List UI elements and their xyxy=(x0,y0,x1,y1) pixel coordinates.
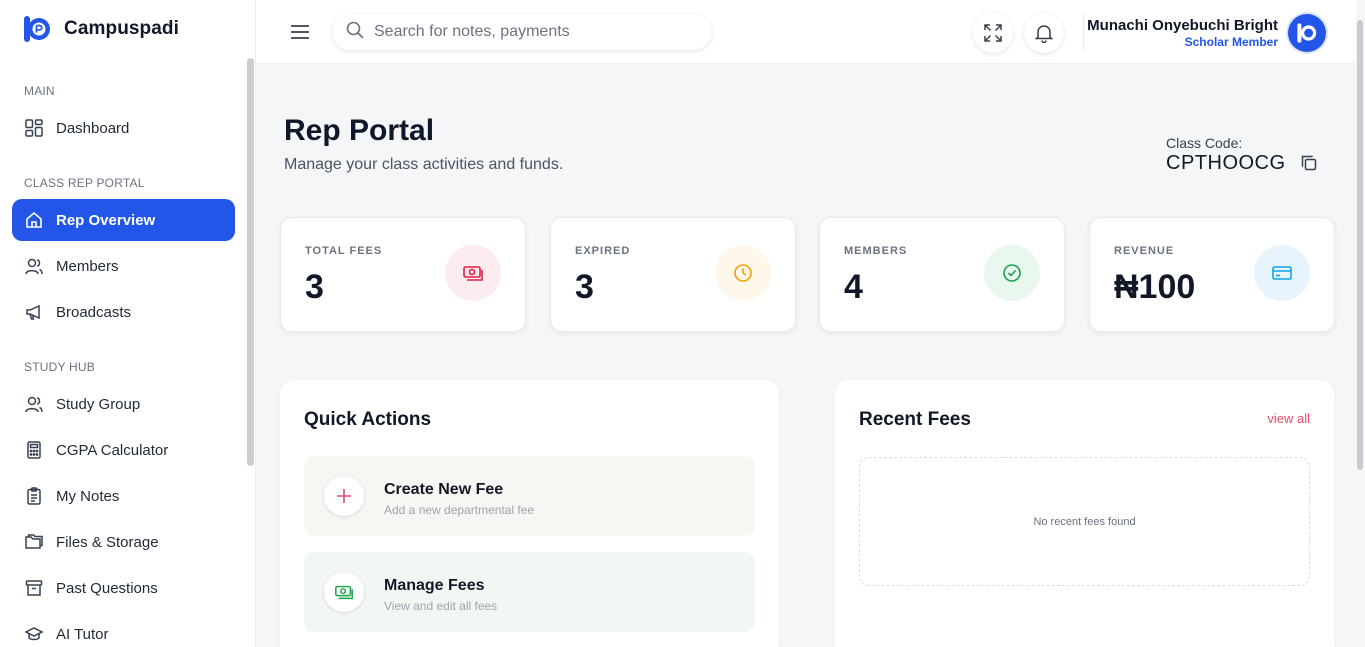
quick-actions-title: Quick Actions xyxy=(304,409,432,430)
action-title: Create New Fee xyxy=(384,481,504,498)
stat-value: ₦100 xyxy=(1114,268,1196,306)
cash-icon xyxy=(324,572,364,612)
view-all-link[interactable]: view all xyxy=(1267,411,1310,426)
archive-icon xyxy=(24,578,44,598)
stat-label: MEMBERS xyxy=(844,245,908,257)
plus-icon xyxy=(324,476,364,516)
section-label-class-rep-portal: CLASS REP PORTAL xyxy=(24,176,145,190)
topbar: Munachi Onyebuchi Bright Scholar Member xyxy=(256,0,1356,64)
sidebar-item-dashboard[interactable]: Dashboard xyxy=(12,107,235,149)
sidebar-item-rep-overview[interactable]: Rep Overview xyxy=(12,199,235,241)
sidebar-item-study-group[interactable]: Study Group xyxy=(12,383,235,425)
app-logo[interactable]: Campuspadi xyxy=(22,14,179,44)
search-icon xyxy=(346,21,364,44)
recent-fees-panel: Recent Fees view all No recent fees foun… xyxy=(835,380,1334,647)
sidebar-item-label: CGPA Calculator xyxy=(56,441,169,459)
class-code-label: Class Code: xyxy=(1166,135,1243,151)
sidebar-item-past-questions[interactable]: Past Questions xyxy=(12,567,235,609)
stat-label: TOTAL FEES xyxy=(305,245,383,257)
sidebar-scrollbar[interactable] xyxy=(247,58,254,466)
action-subtitle: View and edit all fees xyxy=(384,599,498,613)
page-title: Rep Portal xyxy=(284,114,435,147)
sidebar-item-label: Files & Storage xyxy=(56,533,159,551)
sidebar-item-my-notes[interactable]: My Notes xyxy=(12,475,235,517)
sidebar-item-label: Rep Overview xyxy=(56,211,156,229)
action-title: Manage Fees xyxy=(384,577,485,594)
stat-card-members: MEMBERS 4 xyxy=(819,217,1065,332)
cash-icon xyxy=(445,245,501,301)
recent-fees-empty-state: No recent fees found xyxy=(859,457,1310,586)
grid-icon xyxy=(24,118,44,138)
sidebar-item-label: Past Questions xyxy=(56,579,158,597)
stat-card-total-fees: TOTAL FEES 3 xyxy=(280,217,526,332)
campuspadi-logo-icon xyxy=(1297,23,1317,43)
sidebar-item-label: Dashboard xyxy=(56,119,130,137)
sidebar-item-label: Members xyxy=(56,257,119,275)
search-bar[interactable] xyxy=(332,14,712,50)
clock-icon xyxy=(715,245,771,301)
topbar-divider xyxy=(1083,14,1084,50)
sidebar-item-label: Study Group xyxy=(56,395,141,413)
fullscreen-button[interactable] xyxy=(973,13,1013,53)
sidebar-item-files-storage[interactable]: Files & Storage xyxy=(12,521,235,563)
graduation-cap-icon xyxy=(24,624,44,644)
sidebar-item-label: My Notes xyxy=(56,487,120,505)
search-input[interactable] xyxy=(374,23,694,41)
stat-card-revenue: REVENUE ₦100 xyxy=(1089,217,1335,332)
action-subtitle: Add a new departmental fee xyxy=(384,503,535,517)
sidebar-item-label: Broadcasts xyxy=(56,303,132,321)
avatar[interactable] xyxy=(1288,14,1326,52)
page-scrollbar[interactable] xyxy=(1357,20,1363,470)
create-new-fee-button[interactable]: Create New Fee Add a new departmental fe… xyxy=(304,456,755,536)
notes-icon xyxy=(24,486,44,506)
section-label-main: MAIN xyxy=(24,84,55,98)
recent-fees-title: Recent Fees xyxy=(859,409,971,430)
app-name: Campuspadi xyxy=(64,18,180,39)
sidebar-item-broadcasts[interactable]: Broadcasts xyxy=(12,291,235,333)
section-label-study-hub: STUDY HUB xyxy=(24,360,95,374)
stat-label: REVENUE xyxy=(1114,245,1175,257)
users-icon xyxy=(24,394,44,414)
sidebar-item-ai-tutor[interactable]: AI Tutor xyxy=(12,613,235,647)
credit-card-icon xyxy=(1254,245,1310,301)
sidebar-item-cgpa-calculator[interactable]: CGPA Calculator xyxy=(12,429,235,471)
campuspadi-logo-icon xyxy=(24,16,50,42)
page-subtitle: Manage your class activities and funds. xyxy=(284,156,564,173)
empty-state-text: No recent fees found xyxy=(1033,515,1136,528)
notifications-button[interactable] xyxy=(1024,13,1064,53)
megaphone-icon xyxy=(24,302,44,322)
manage-fees-button[interactable]: Manage Fees View and edit all fees xyxy=(304,552,755,632)
user-role: Scholar Member xyxy=(1184,35,1278,49)
stat-label: EXPIRED xyxy=(575,245,631,257)
expand-icon xyxy=(984,24,1002,42)
users-icon xyxy=(24,256,44,276)
calculator-icon xyxy=(24,440,44,460)
stat-card-expired: EXPIRED 3 xyxy=(550,217,796,332)
home-icon xyxy=(24,210,44,230)
stat-value: 3 xyxy=(305,268,324,306)
bell-icon xyxy=(1034,25,1054,43)
sidebar-item-members[interactable]: Members xyxy=(12,245,235,287)
user-name: Munachi Onyebuchi Bright xyxy=(1087,17,1278,34)
menu-icon[interactable] xyxy=(290,22,310,42)
copy-icon[interactable] xyxy=(1300,154,1318,172)
folder-icon xyxy=(24,532,44,552)
check-circle-icon xyxy=(984,245,1040,301)
stat-value: 3 xyxy=(575,268,594,306)
sidebar-item-label: AI Tutor xyxy=(56,625,109,643)
stat-value: 4 xyxy=(844,268,863,306)
sidebar: Campuspadi MAIN Dashboard CLASS REP PORT… xyxy=(0,0,256,647)
quick-actions-panel: Quick Actions Create New Fee Add a new d… xyxy=(280,380,779,647)
class-code-value: CPTHOOCG xyxy=(1166,152,1286,174)
